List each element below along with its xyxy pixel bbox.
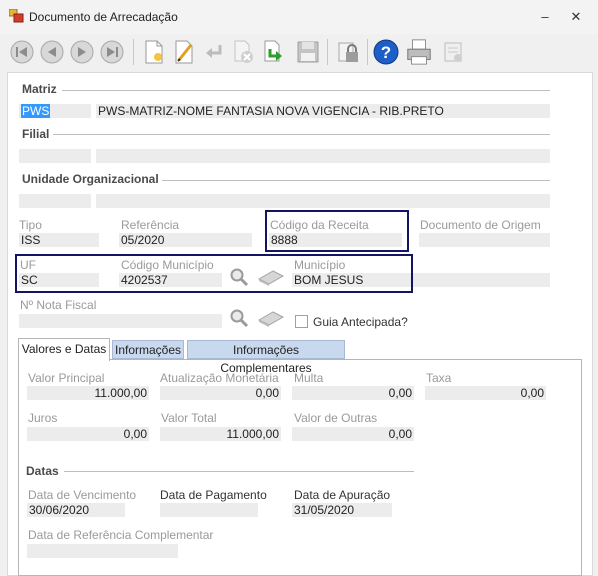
tipo-field[interactable]: ISS xyxy=(19,233,99,247)
search-nota-button[interactable] xyxy=(229,308,249,328)
guia-antecipada-label: Guia Antecipada? xyxy=(313,315,408,329)
print-icon xyxy=(407,39,431,65)
location-highlight xyxy=(15,254,413,293)
referencia-complementar-label: Data de Referência Complementar xyxy=(28,528,214,542)
toolbar: ? xyxy=(0,34,598,72)
datas-section-title: Datas xyxy=(26,464,59,478)
previous-record-button[interactable] xyxy=(38,37,66,67)
new-document-icon xyxy=(145,40,163,64)
filial-divider xyxy=(53,134,550,135)
toolbar-separator xyxy=(133,39,134,65)
filial-name-field[interactable] xyxy=(96,149,550,163)
tab-informacoes-complementares[interactable]: Informações Complementares xyxy=(187,340,345,375)
multa-field[interactable]: 0,00 xyxy=(292,386,414,400)
print-button[interactable] xyxy=(405,37,433,67)
nota-fiscal-label: Nº Nota Fiscal xyxy=(20,298,97,312)
atualizacao-label: Atualização Monetária xyxy=(160,371,279,385)
apuracao-field[interactable]: 31/05/2020 xyxy=(292,503,392,517)
save-icon xyxy=(297,41,319,63)
taxa-label: Taxa xyxy=(426,371,452,385)
minimize-button[interactable]: – xyxy=(535,8,555,26)
edit-icon xyxy=(175,40,193,64)
window-title: Documento de Arrecadação xyxy=(29,10,178,24)
documento-origem-label: Documento de Origem xyxy=(420,218,541,232)
pagamento-label: Data de Pagamento xyxy=(160,488,267,502)
redo-icon xyxy=(264,40,282,62)
first-icon xyxy=(10,40,34,64)
juros-field[interactable]: 0,00 xyxy=(27,427,149,441)
unidade-divider xyxy=(162,180,550,181)
undo-icon xyxy=(206,45,222,58)
toolbar-separator xyxy=(327,39,328,65)
vencimento-label: Data de Vencimento xyxy=(28,488,137,502)
help-button[interactable]: ? xyxy=(372,37,400,67)
new-button[interactable] xyxy=(140,37,168,67)
valor-total-label: Valor Total xyxy=(161,411,217,425)
valor-outras-label: Valor de Outras xyxy=(294,411,378,425)
last-icon xyxy=(100,40,124,64)
tab-informacoes[interactable]: Informações xyxy=(112,340,184,359)
report-button[interactable] xyxy=(440,37,468,67)
valor-principal-label: Valor Principal xyxy=(28,371,105,385)
last-record-button[interactable] xyxy=(98,37,126,67)
valor-total-field[interactable]: 11.000,00 xyxy=(160,427,281,441)
next-icon xyxy=(70,40,94,64)
confirm-button[interactable] xyxy=(260,37,288,67)
svg-text:?: ? xyxy=(381,43,391,62)
next-record-button[interactable] xyxy=(68,37,96,67)
delete-button[interactable] xyxy=(230,37,258,67)
matriz-code-field[interactable]: PWS xyxy=(19,104,91,118)
tab-valores-e-datas[interactable]: Valores e Datas xyxy=(18,338,110,361)
apuracao-label: Data de Apuração xyxy=(294,488,391,502)
valor-principal-field[interactable]: 11.000,00 xyxy=(27,386,149,400)
vencimento-field[interactable]: 30/06/2020 xyxy=(27,503,125,517)
save-button[interactable] xyxy=(294,37,322,67)
referencia-complementar-field[interactable] xyxy=(27,544,178,558)
help-icon: ? xyxy=(373,39,399,65)
title-bar: Documento de Arrecadação – ✕ xyxy=(0,0,598,34)
lock-button[interactable] xyxy=(334,37,362,67)
app-icon xyxy=(9,9,24,23)
taxa-field[interactable]: 0,00 xyxy=(425,386,546,400)
unidade-name-field[interactable] xyxy=(96,194,550,208)
report-icon xyxy=(444,42,462,62)
previous-icon xyxy=(40,40,64,64)
clear-nota-button[interactable] xyxy=(257,308,285,328)
undo-button[interactable] xyxy=(200,37,228,67)
matriz-section-title: Matriz xyxy=(22,82,57,96)
pagamento-field[interactable] xyxy=(160,503,258,517)
lock-icon xyxy=(338,42,358,62)
datas-divider xyxy=(64,471,414,472)
search-icon xyxy=(230,309,249,328)
codigo-receita-highlight xyxy=(265,210,409,252)
unidade-code-field[interactable] xyxy=(19,194,91,208)
toolbar-separator xyxy=(367,39,368,65)
tipo-label: Tipo xyxy=(19,218,42,232)
matriz-name-field[interactable]: PWS-MATRIZ-NOME FANTASIA NOVA VIGENCIA -… xyxy=(96,104,550,118)
delete-icon xyxy=(234,40,253,63)
matriz-divider xyxy=(62,90,550,91)
atualizacao-field[interactable]: 0,00 xyxy=(160,386,281,400)
guia-antecipada-checkbox[interactable] xyxy=(295,315,308,328)
nota-fiscal-field[interactable] xyxy=(19,314,222,328)
eraser-icon xyxy=(257,311,285,327)
referencia-field[interactable]: 05/2020 xyxy=(119,233,252,247)
unidade-section-title: Unidade Organizacional xyxy=(22,172,159,186)
close-button[interactable]: ✕ xyxy=(566,8,586,26)
referencia-label: Referência xyxy=(121,218,180,232)
filial-code-field[interactable] xyxy=(19,149,91,163)
edit-button[interactable] xyxy=(170,37,198,67)
valor-outras-field[interactable]: 0,00 xyxy=(292,427,414,441)
filial-section-title: Filial xyxy=(22,127,50,141)
documento-origem-field[interactable] xyxy=(419,233,550,247)
juros-label: Juros xyxy=(28,411,58,425)
first-record-button[interactable] xyxy=(8,37,36,67)
multa-label: Multa xyxy=(294,371,324,385)
